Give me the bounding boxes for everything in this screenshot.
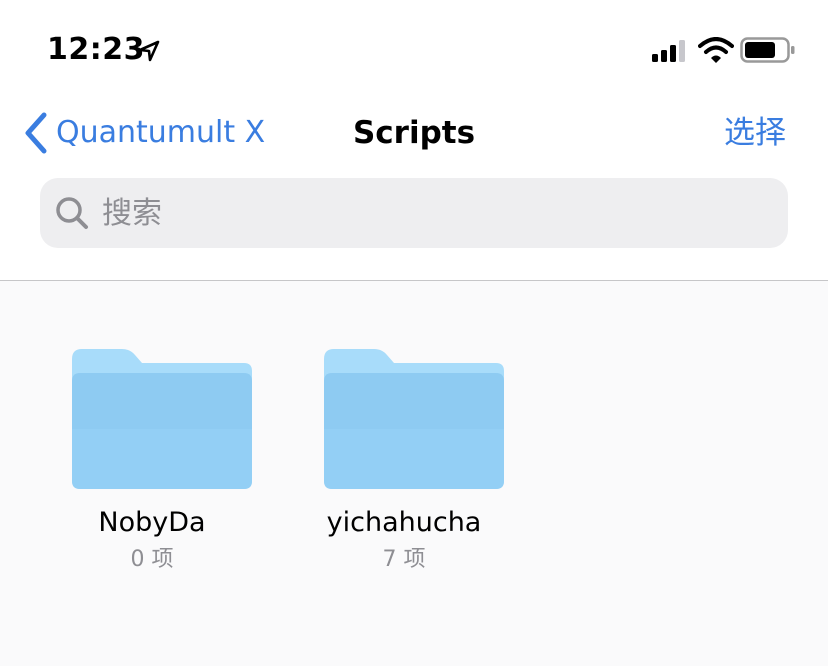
folder-item-count: 0 项 <box>130 547 174 572</box>
battery-icon <box>740 37 795 63</box>
folder-name: yichahucha <box>326 507 482 538</box>
folder-icon <box>72 349 252 489</box>
cellular-signal-icon <box>652 40 685 62</box>
search-input[interactable] <box>98 178 762 248</box>
folder-item[interactable]: yichahucha 7 项 <box>304 349 504 589</box>
location-arrow-icon <box>138 40 160 62</box>
search-bar[interactable] <box>40 178 788 248</box>
folder-name: NobyDa <box>98 507 206 538</box>
wifi-icon <box>698 37 734 63</box>
page-title: Scripts <box>352 115 476 151</box>
search-icon <box>56 197 88 229</box>
folder-item[interactable]: NobyDa 0 项 <box>52 349 252 589</box>
folder-icon <box>324 349 504 489</box>
folder-item-count: 7 项 <box>382 547 426 572</box>
header: 12:23 Quantumult X Scripts 选择 <box>0 0 828 280</box>
folder-grid: NobyDa 0 项 yichahucha 7 项 <box>0 281 828 666</box>
select-button[interactable]: 选择 <box>724 108 786 158</box>
status-time: 12:23 <box>47 32 145 67</box>
